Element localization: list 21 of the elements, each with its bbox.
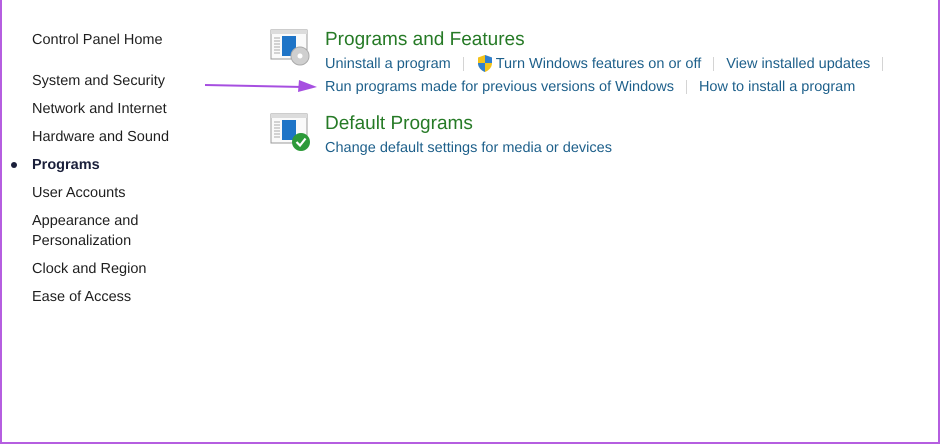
- sidebar-item[interactable]: Network and Internet: [32, 99, 182, 119]
- program-check-icon: [270, 112, 312, 152]
- sidebar-item[interactable]: Clock and Region: [32, 259, 182, 279]
- task-link[interactable]: Turn Windows features on or off: [476, 54, 702, 73]
- sidebar-item[interactable]: Hardware and Sound: [32, 127, 182, 147]
- sidebar-item[interactable]: User Accounts: [32, 183, 182, 203]
- task-link[interactable]: Change default settings for media or devices: [325, 140, 612, 156]
- sidebar-item[interactable]: Appearance and Personalization: [32, 211, 182, 251]
- task-link[interactable]: Uninstall a program: [325, 56, 451, 72]
- task-link[interactable]: How to install a program: [698, 78, 856, 94]
- bullet-icon: [11, 162, 17, 168]
- category-title[interactable]: Programs and Features: [325, 28, 896, 52]
- task-link[interactable]: Run programs made for previous versions of Windows: [325, 78, 674, 94]
- sidebar-item[interactable]: Programs: [32, 155, 182, 175]
- task-link[interactable]: View installed updates: [726, 56, 870, 72]
- sidebar-item[interactable]: Ease of Access: [32, 287, 182, 307]
- category-title[interactable]: Default Programs: [325, 112, 612, 136]
- program-disc-icon: [270, 28, 312, 68]
- sidebar-item[interactable]: System and Security: [32, 71, 182, 91]
- sidebar-link[interactable]: Control Panel Home: [32, 30, 240, 50]
- shield-icon: [476, 54, 494, 73]
